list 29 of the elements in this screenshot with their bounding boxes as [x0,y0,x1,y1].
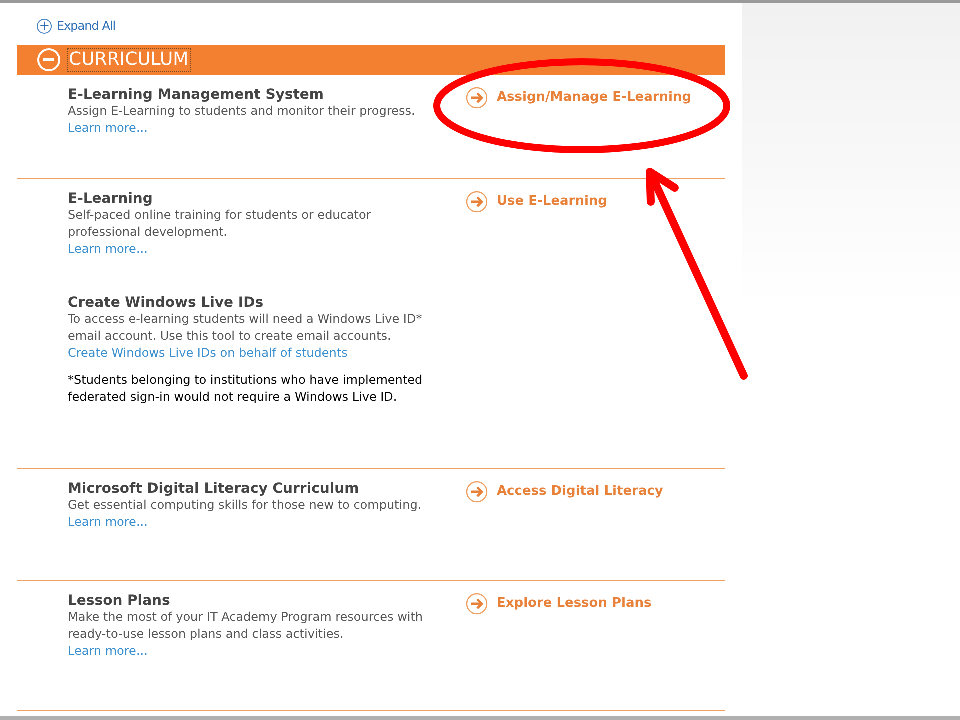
learn-more-link[interactable]: Learn more... [68,643,148,660]
action-link[interactable]: Explore Lesson Plans [466,593,652,615]
section-header[interactable]: CURRICULUM [17,45,725,75]
item-title: Microsoft Digital Literacy Curriculum [68,481,360,497]
action-link[interactable]: Assign/Manage E-Learning [466,87,692,109]
arrow-right-icon [466,87,488,109]
item-description: Get essential computing skills for those new to computing. [68,497,423,514]
item-title: Lesson Plans [68,593,172,609]
item-description: To access e-learning students will need a Windows Live ID* email account. Use this tool to create email accounts. [68,311,424,345]
learn-more-link[interactable]: Learn more... [68,120,148,137]
expand-all-link[interactable]: + Expand All [37,17,116,35]
item-title: E-Learning Management System [68,87,326,103]
arrow-right-icon [466,191,488,213]
footnote: *Students belonging to institutions who have implemented federated sign-in would not require a Windows Live ID. [68,372,424,406]
section-title: CURRICULUM [67,48,191,72]
plus-icon: + [37,18,52,34]
arrow-right-icon [466,593,488,615]
item-title: Create Windows Live IDs [68,295,265,311]
arrow-right-icon [466,481,488,503]
action-link[interactable]: Use E-Learning [466,191,608,213]
item-description: Self-paced online training for students or educator professional development. [68,207,372,241]
learn-more-link[interactable]: Learn more... [68,514,148,531]
learn-more-link[interactable]: Learn more... [68,241,148,258]
action-link[interactable]: Access Digital Literacy [466,481,664,503]
item-description: Assign E-Learning to students and monitor their progress. [68,103,416,120]
learn-more-link[interactable]: Create Windows Live IDs on behalf of students [68,345,348,362]
item-description: Make the most of your IT Academy Program resources with ready-to-use lesson plans and class activities. [68,609,424,643]
item-title: E-Learning [68,191,154,207]
minus-circle-icon [37,48,61,72]
